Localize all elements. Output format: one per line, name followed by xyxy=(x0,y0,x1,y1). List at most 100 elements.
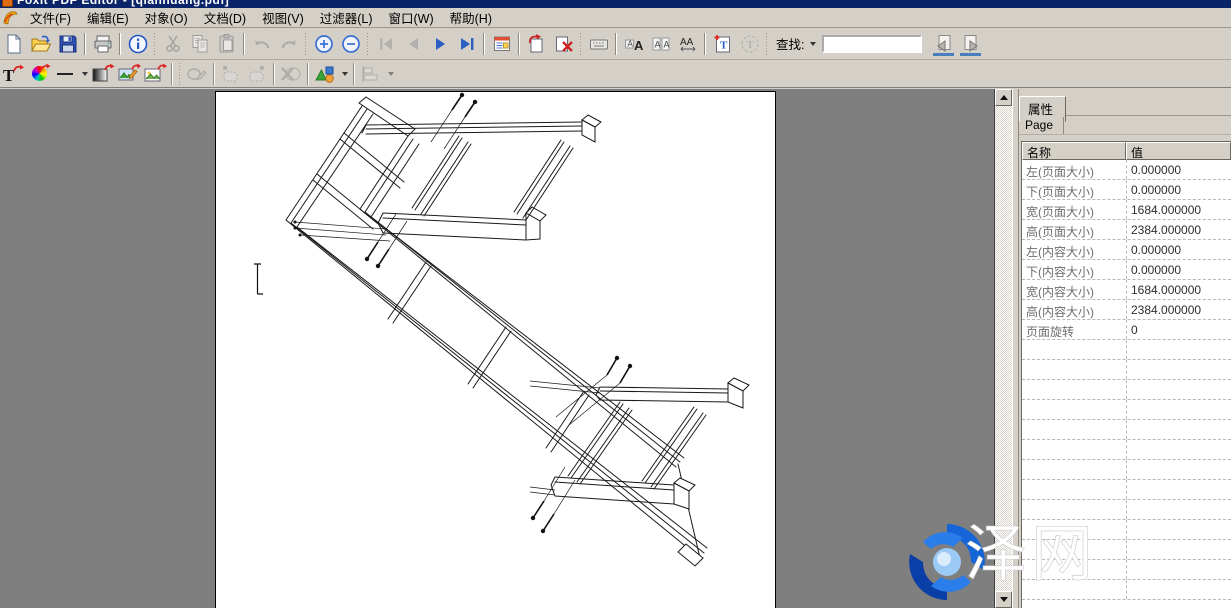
pdf-page[interactable] xyxy=(215,91,776,608)
property-name-empty xyxy=(1022,500,1126,519)
property-name[interactable]: 高(内容大小) xyxy=(1022,300,1126,319)
find-previous-button[interactable] xyxy=(930,31,957,57)
font-spacing-icon: AA xyxy=(677,33,699,55)
property-value[interactable]: 0.000000 xyxy=(1126,240,1231,259)
insert-shape-dropdown[interactable] xyxy=(338,62,350,86)
keyboard-button[interactable] xyxy=(585,31,612,57)
add-text-object-button[interactable]: T xyxy=(709,31,736,57)
add-shading-button[interactable] xyxy=(90,62,116,86)
menu-item-filter[interactable]: 过滤器(L) xyxy=(312,6,381,30)
property-row[interactable]: 下(页面大小)0.000000 xyxy=(1022,180,1231,200)
font-replace-button[interactable]: AA xyxy=(620,31,647,57)
line-style-dropdown[interactable] xyxy=(78,62,90,86)
open-button[interactable] xyxy=(27,31,54,57)
font-match-button[interactable]: AA xyxy=(647,31,674,57)
property-name[interactable]: 左(内容大小) xyxy=(1022,240,1126,259)
menu-item-window[interactable]: 窗口(W) xyxy=(381,6,442,30)
delete-object-button[interactable] xyxy=(278,62,304,86)
property-name-empty xyxy=(1022,520,1126,539)
insert-shape-button[interactable] xyxy=(312,62,338,86)
delete-page-button[interactable] xyxy=(550,31,577,57)
document-info-button[interactable] xyxy=(124,31,151,57)
panel-splitter[interactable] xyxy=(1012,89,1019,608)
text-page-icon: T xyxy=(712,33,734,55)
redo-button[interactable] xyxy=(275,31,302,57)
align-objects-dropdown[interactable] xyxy=(384,62,396,86)
property-value[interactable]: 0.000000 xyxy=(1126,180,1231,199)
menu-item-object[interactable]: 对象(O) xyxy=(137,6,196,30)
first-page-button[interactable] xyxy=(372,31,399,57)
scroll-up-button[interactable] xyxy=(995,89,1012,106)
edit-image-button[interactable] xyxy=(116,62,142,86)
column-header-value[interactable]: 值 xyxy=(1126,142,1231,160)
insert-page-button[interactable] xyxy=(523,31,550,57)
print-button[interactable] xyxy=(89,31,116,57)
property-row[interactable]: 高(内容大小)2384.000000 xyxy=(1022,300,1231,320)
property-name[interactable]: 宽(页面大小) xyxy=(1022,200,1126,219)
menu-item-help[interactable]: 帮助(H) xyxy=(442,6,500,30)
font-pair-icon: AA xyxy=(650,33,672,55)
zoom-out-button[interactable] xyxy=(337,31,364,57)
property-value[interactable]: 0.000000 xyxy=(1126,260,1231,279)
scroll-down-button[interactable] xyxy=(995,591,1012,608)
find-options-dropdown[interactable] xyxy=(806,32,818,56)
property-row[interactable]: 左(页面大小)0.000000 xyxy=(1022,160,1231,180)
property-value[interactable]: 1684.000000 xyxy=(1126,280,1231,299)
property-name[interactable]: 下(内容大小) xyxy=(1022,260,1126,279)
cut-button[interactable] xyxy=(159,31,186,57)
property-value[interactable]: 0 xyxy=(1126,320,1231,339)
page-properties-button[interactable] xyxy=(488,31,515,57)
open-folder-icon xyxy=(30,33,52,55)
undo-button[interactable] xyxy=(248,31,275,57)
line-style-button[interactable] xyxy=(52,62,78,86)
menu-item-edit[interactable]: 编辑(E) xyxy=(79,6,137,30)
property-row[interactable]: 宽(内容大小)1684.000000 xyxy=(1022,280,1231,300)
edit-object-button[interactable] xyxy=(184,62,210,86)
insert-image-button[interactable] xyxy=(142,62,168,86)
previous-page-button[interactable] xyxy=(399,31,426,57)
property-row[interactable]: 左(内容大小)0.000000 xyxy=(1022,240,1231,260)
next-page-button[interactable] xyxy=(426,31,453,57)
property-value[interactable]: 1684.000000 xyxy=(1126,200,1231,219)
property-row[interactable]: 页面旋转0 xyxy=(1022,320,1231,340)
property-name[interactable]: 高(页面大小) xyxy=(1022,220,1126,239)
menu-item-view[interactable]: 视图(V) xyxy=(254,6,312,30)
paste-button[interactable] xyxy=(213,31,240,57)
menu-item-document[interactable]: 文档(D) xyxy=(196,6,254,30)
property-name[interactable]: 宽(内容大小) xyxy=(1022,280,1126,299)
menu-item-file[interactable]: 文件(F) xyxy=(22,6,79,30)
align-objects-button[interactable] xyxy=(358,62,384,86)
font-small-large-icon: AA xyxy=(623,33,645,55)
property-row[interactable]: 下(内容大小)0.000000 xyxy=(1022,260,1231,280)
save-button[interactable] xyxy=(54,31,81,57)
vertical-scrollbar[interactable] xyxy=(994,89,1012,608)
toolbar-grip xyxy=(178,63,181,85)
property-row[interactable]: 宽(页面大小)1684.000000 xyxy=(1022,200,1231,220)
text-circle-button[interactable]: T xyxy=(736,31,763,57)
property-value[interactable]: 0.000000 xyxy=(1126,160,1231,179)
font-width-button[interactable]: AA xyxy=(674,31,701,57)
property-name[interactable]: 页面旋转 xyxy=(1022,320,1126,339)
toolbar-grip xyxy=(579,33,582,55)
add-color-button[interactable] xyxy=(26,62,52,86)
property-value[interactable]: 2384.000000 xyxy=(1126,220,1231,239)
zoom-in-button[interactable] xyxy=(310,31,337,57)
rotate-left-button[interactable] xyxy=(218,62,244,86)
property-grid: 名称 值 左(页面大小)0.000000下(页面大小)0.000000宽(页面大… xyxy=(1021,141,1231,608)
find-input[interactable] xyxy=(822,35,922,53)
copy-button[interactable] xyxy=(186,31,213,57)
property-name[interactable]: 左(页面大小) xyxy=(1022,160,1126,179)
add-text-button[interactable]: T xyxy=(0,62,26,86)
last-page-button[interactable] xyxy=(453,31,480,57)
new-button[interactable] xyxy=(0,31,27,57)
tab-page[interactable]: Page xyxy=(1019,117,1064,134)
property-name[interactable]: 下(页面大小) xyxy=(1022,180,1126,199)
page-drawing xyxy=(216,92,775,608)
document-canvas[interactable] xyxy=(0,89,994,608)
property-value[interactable]: 2384.000000 xyxy=(1126,300,1231,319)
separator xyxy=(171,63,173,85)
find-next-button[interactable] xyxy=(957,31,984,57)
rotate-right-button[interactable] xyxy=(244,62,270,86)
column-header-name[interactable]: 名称 xyxy=(1022,142,1126,160)
property-row[interactable]: 高(页面大小)2384.000000 xyxy=(1022,220,1231,240)
